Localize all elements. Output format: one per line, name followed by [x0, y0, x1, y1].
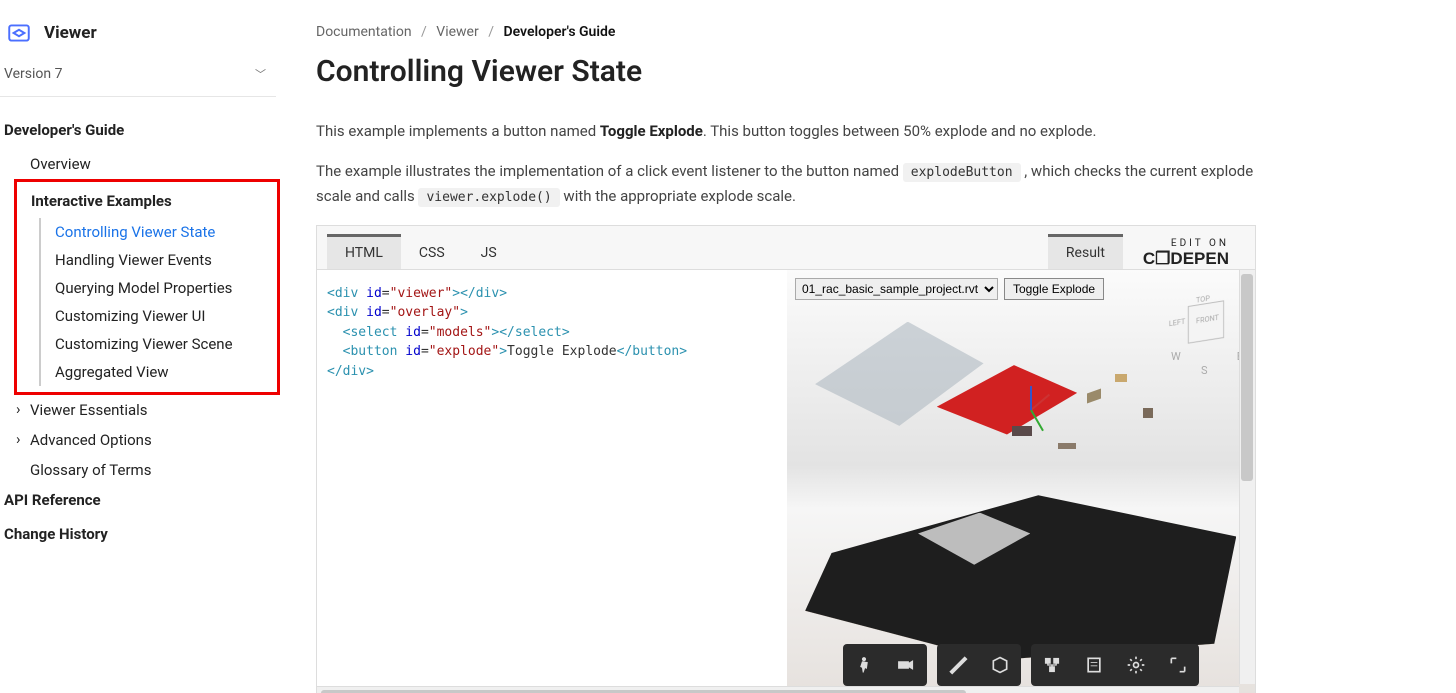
fullscreen-icon[interactable] — [1163, 650, 1193, 680]
scene-ground — [796, 495, 1236, 660]
text: with the appropriate explode scale. — [560, 187, 796, 205]
scrollbar-horizontal[interactable] — [317, 686, 1239, 693]
panel-tabbar: HTML CSS JS Result EDIT ON C❒DEPEN — [317, 226, 1255, 270]
subnav-aggregated-view[interactable]: Aggregated View — [41, 358, 277, 386]
scene-debris — [1143, 408, 1153, 418]
highlighted-section: Interactive Examples Controlling Viewer … — [14, 179, 280, 395]
scrollbar-vertical[interactable] — [1239, 270, 1255, 684]
breadcrumb-sep: / — [421, 24, 427, 40]
intro-para-1: This example implements a button named T… — [316, 119, 1256, 143]
cube-face-top[interactable]: TOP — [1196, 294, 1210, 305]
edit-on-label: EDIT ON — [1143, 238, 1229, 249]
tab-css[interactable]: CSS — [401, 234, 463, 269]
inline-code: viewer.explode() — [418, 188, 559, 207]
text: . This button toggles between 50% explod… — [703, 122, 1097, 140]
crumb-documentation[interactable]: Documentation — [316, 24, 412, 40]
subnav-controlling-viewer-state[interactable]: Controlling Viewer State — [41, 218, 277, 246]
intro-para-2: The example illustrates the implementati… — [316, 159, 1256, 209]
scene-debris — [1115, 374, 1127, 382]
tab-html[interactable]: HTML — [327, 234, 401, 269]
scene-debris — [1058, 443, 1076, 449]
compass-s: S — [1201, 364, 1208, 377]
scrollbar-thumb[interactable] — [1241, 274, 1253, 481]
nav-list-lower: Viewer Essentials Advanced Options Gloss… — [0, 395, 280, 485]
axes-gizmo — [1030, 374, 1066, 410]
subnav-handling-viewer-events[interactable]: Handling Viewer Events — [41, 246, 277, 274]
tab-result[interactable]: Result — [1048, 234, 1123, 269]
camera-icon[interactable] — [891, 650, 921, 680]
properties-icon[interactable] — [1079, 650, 1109, 680]
model-browser-icon[interactable] — [1037, 650, 1067, 680]
result-pane[interactable]: 01_rac_basic_sample_project.rvt Toggle E… — [787, 270, 1255, 693]
nav-interactive-examples[interactable]: Interactive Examples — [17, 188, 277, 218]
main-content: Documentation / Viewer / Developer's Gui… — [280, 0, 1456, 693]
text: This example implements a button named — [316, 122, 600, 140]
codepen-panel: HTML CSS JS Result EDIT ON C❒DEPEN <div … — [316, 225, 1256, 693]
subnav-customizing-viewer-ui[interactable]: Customizing Viewer UI — [41, 302, 277, 330]
viewer-toolbar — [843, 644, 1199, 686]
measure-icon[interactable] — [943, 650, 973, 680]
sidebar-header: Viewer — [0, 20, 280, 46]
chevron-down-icon: ﹀ — [255, 66, 266, 82]
compass[interactable]: S — [1171, 350, 1243, 376]
scrollbar-thumb[interactable] — [321, 690, 966, 693]
tab-js[interactable]: JS — [463, 234, 515, 269]
viewer-icon — [6, 20, 32, 46]
code-tabs: HTML CSS JS — [317, 226, 525, 269]
version-label: Version 7 — [4, 66, 62, 82]
bold-text: Toggle Explode — [600, 122, 703, 140]
version-select[interactable]: Version 7 ﹀ — [0, 66, 276, 97]
code-pane[interactable]: <div id="viewer"></div> <div id="overlay… — [317, 270, 787, 693]
explode-icon[interactable] — [985, 650, 1015, 680]
result-overlay: 01_rac_basic_sample_project.rvt Toggle E… — [795, 278, 1104, 300]
model-select[interactable]: 01_rac_basic_sample_project.rvt — [795, 278, 998, 300]
codepen-logo: C❒DEPEN — [1143, 249, 1229, 269]
scene-debris — [1087, 389, 1101, 404]
toggle-explode-button[interactable]: Toggle Explode — [1004, 278, 1104, 300]
walk-icon[interactable] — [849, 650, 879, 680]
text: The example illustrates the implementati… — [316, 162, 903, 180]
crumb-current: Developer's Guide — [503, 24, 615, 40]
settings-icon[interactable] — [1121, 650, 1151, 680]
crumb-viewer[interactable]: Viewer — [436, 24, 478, 40]
edit-on-codepen[interactable]: EDIT ON C❒DEPEN — [1143, 234, 1245, 269]
cube-face-front[interactable]: FRONT — [1196, 313, 1219, 325]
nav-api-reference[interactable]: API Reference — [0, 485, 280, 519]
view-cube[interactable]: TOP FRONT LEFT — [1171, 298, 1241, 358]
panel-body: <div id="viewer"></div> <div id="overlay… — [317, 270, 1255, 693]
page-title: Controlling Viewer State — [316, 54, 1436, 89]
inline-code: explodeButton — [903, 163, 1021, 182]
nav-section-dev-guide[interactable]: Developer's Guide — [0, 115, 280, 149]
nav-overview[interactable]: Overview — [0, 149, 280, 179]
subnav-customizing-viewer-scene[interactable]: Customizing Viewer Scene — [41, 330, 277, 358]
nav-advanced-options[interactable]: Advanced Options — [0, 425, 280, 455]
subnav-querying-model-properties[interactable]: Querying Model Properties — [41, 274, 277, 302]
nav-change-history[interactable]: Change History — [0, 519, 280, 553]
subnav-list: Controlling Viewer State Handling Viewer… — [39, 218, 277, 386]
scene-debris — [1012, 426, 1032, 436]
cube-face-left[interactable]: LEFT — [1169, 316, 1185, 327]
nav-glossary[interactable]: Glossary of Terms — [0, 455, 280, 485]
nav-viewer-essentials[interactable]: Viewer Essentials — [0, 395, 280, 425]
sidebar-title: Viewer — [44, 23, 97, 43]
breadcrumb: Documentation / Viewer / Developer's Gui… — [316, 24, 1436, 40]
breadcrumb-sep: / — [488, 24, 494, 40]
sidebar: Viewer Version 7 ﹀ Developer's Guide Ove… — [0, 0, 280, 693]
nav-list: Overview — [0, 149, 280, 179]
